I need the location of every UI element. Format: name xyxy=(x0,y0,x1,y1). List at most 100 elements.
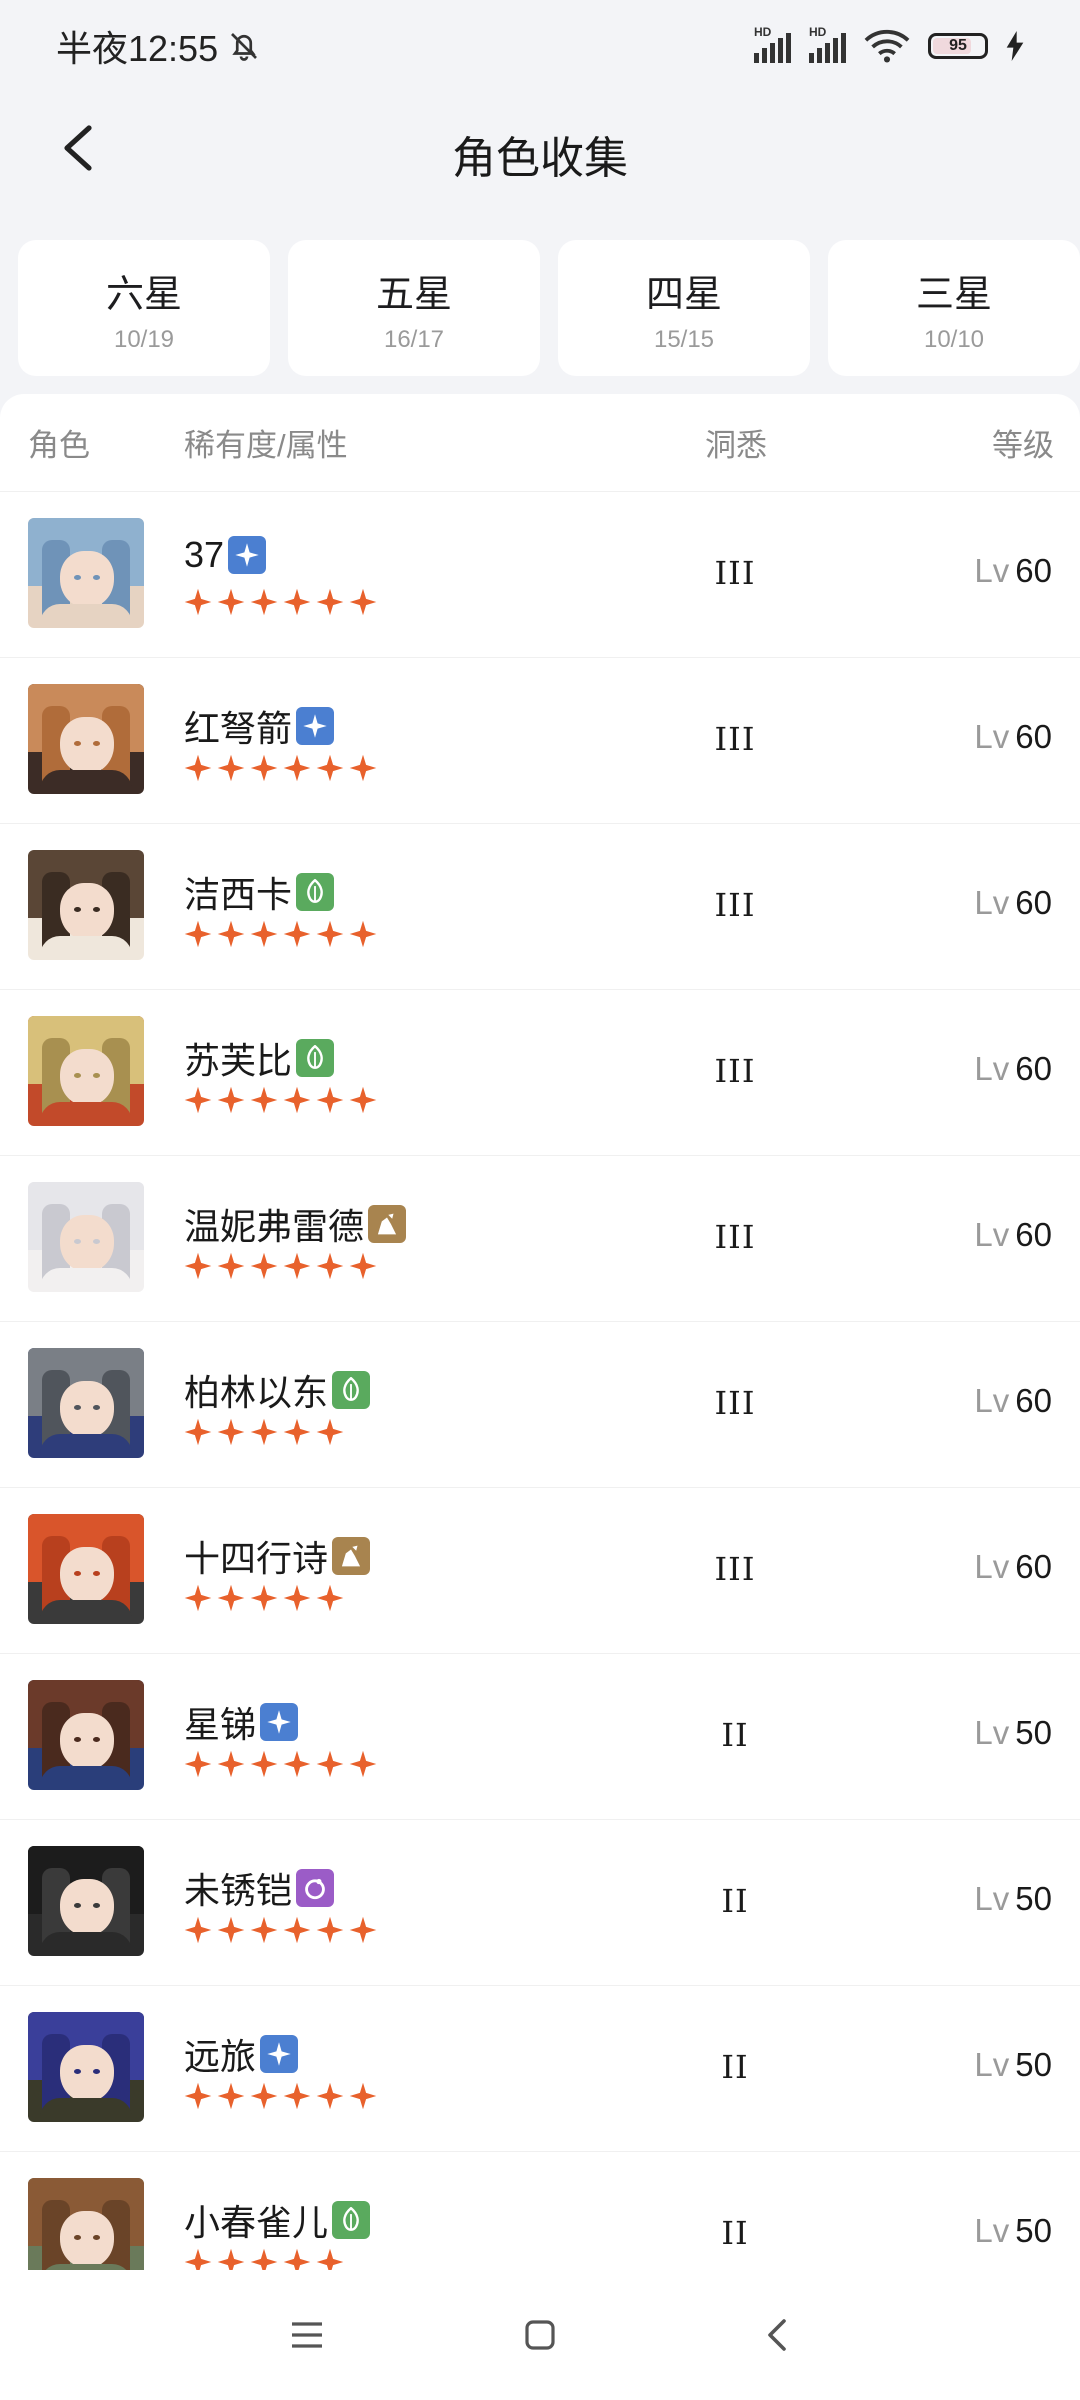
plant-attribute-icon xyxy=(332,2201,371,2239)
table-row[interactable]: 37 III Lv 60 xyxy=(0,492,1080,658)
insight-level: II xyxy=(721,2048,749,2086)
star-icon xyxy=(283,588,311,616)
character-level: Lv 60 xyxy=(974,1050,1052,1088)
character-level: Lv 50 xyxy=(974,1880,1052,1918)
tab-count: 10/19 xyxy=(113,325,175,353)
star-icon xyxy=(184,588,212,616)
star-icon xyxy=(217,754,245,782)
star-icon xyxy=(184,1418,212,1446)
star-icon xyxy=(250,1252,278,1280)
header-level[interactable]: 等级 xyxy=(992,420,1054,465)
insight-level: III xyxy=(714,554,756,592)
tab-count: 16/17 xyxy=(383,325,445,353)
character-avatar xyxy=(28,518,144,628)
header-character[interactable]: 角色 xyxy=(28,420,90,465)
rarity-stars xyxy=(184,1750,377,1778)
table-row[interactable]: 柏林以东 III Lv 60 xyxy=(0,1322,1080,1488)
character-name: 十四行诗 xyxy=(184,1538,329,1579)
header-rarity[interactable]: 稀有度/属性 xyxy=(184,420,348,465)
level-prefix: Lv xyxy=(974,2212,1010,2249)
page-title: 角色收集 xyxy=(452,134,628,183)
star-icon xyxy=(316,920,344,948)
tab-four-star[interactable]: 四星 15/15 xyxy=(558,240,810,376)
level-prefix: Lv xyxy=(974,1382,1010,1419)
battery-level: 95 xyxy=(949,37,967,54)
star-icon xyxy=(283,1916,311,1944)
level-value: 60 xyxy=(1015,1382,1052,1419)
status-time: 半夜12:55 xyxy=(56,28,219,69)
tab-five-star[interactable]: 五星 16/17 xyxy=(288,240,540,376)
star-icon xyxy=(217,1086,245,1114)
star-icon xyxy=(184,754,212,782)
character-avatar xyxy=(28,684,144,794)
nav-menu-button[interactable] xyxy=(282,2310,332,2360)
character-level: Lv 50 xyxy=(974,2046,1052,2084)
level-value: 60 xyxy=(1015,1216,1052,1253)
nav-back-button[interactable] xyxy=(752,2310,802,2360)
level-prefix: Lv xyxy=(974,884,1010,921)
table-row[interactable]: 未锈铠 II Lv 50 xyxy=(0,1820,1080,1986)
character-avatar xyxy=(28,2012,144,2122)
character-name: 远旅 xyxy=(184,2036,257,2077)
star-icon xyxy=(349,1916,377,1944)
insight-level: III xyxy=(714,1550,756,1588)
level-value: 50 xyxy=(1015,2212,1052,2249)
star-icon xyxy=(217,1584,245,1612)
star-icon xyxy=(316,1916,344,1944)
star-icon xyxy=(316,1418,344,1446)
plant-attribute-icon xyxy=(296,873,335,911)
star-icon xyxy=(349,1750,377,1778)
star-icon xyxy=(184,1750,212,1778)
level-value: 60 xyxy=(1015,552,1052,589)
tab-six-star[interactable]: 六星 10/19 xyxy=(18,240,270,376)
table-row[interactable]: 温妮弗雷德 III Lv 60 xyxy=(0,1156,1080,1322)
plant-attribute-icon xyxy=(296,1039,335,1077)
back-chevron-icon xyxy=(768,2319,786,2351)
star-icon xyxy=(316,1750,344,1778)
character-level: Lv 50 xyxy=(974,2212,1052,2250)
character-avatar xyxy=(28,850,144,960)
signal-icon-2: HD xyxy=(809,25,846,63)
table-row[interactable]: 洁西卡 III Lv 60 xyxy=(0,824,1080,990)
level-prefix: Lv xyxy=(974,1714,1010,1751)
star-icon xyxy=(217,1418,245,1446)
insight-level: II xyxy=(721,1882,749,1920)
table-row[interactable]: 红弩箭 III Lv 60 xyxy=(0,658,1080,824)
character-name: 温妮弗雷德 xyxy=(184,1206,365,1247)
status-bar: 半夜12:55 HD HD 95 xyxy=(0,0,1080,92)
level-prefix: Lv xyxy=(974,2046,1010,2083)
table-row[interactable]: 苏芙比 III Lv 60 xyxy=(0,990,1080,1156)
character-avatar xyxy=(28,1348,144,1458)
rarity-stars xyxy=(184,1584,344,1612)
star-attribute-icon xyxy=(296,707,335,745)
star-icon xyxy=(250,1750,278,1778)
insight-level: III xyxy=(714,886,756,924)
header-insight[interactable]: 洞悉 xyxy=(705,420,767,465)
table-row[interactable]: 十四行诗 III Lv 60 xyxy=(0,1488,1080,1654)
star-attribute-icon xyxy=(260,2035,299,2073)
tab-three-star[interactable]: 三星 10/10 xyxy=(828,240,1080,376)
level-value: 50 xyxy=(1015,1880,1052,1917)
tab-label: 四星 xyxy=(645,273,722,316)
signal-icon-1: HD xyxy=(754,25,791,63)
star-icon xyxy=(316,754,344,782)
table-row[interactable]: 星锑 II Lv 50 xyxy=(0,1654,1080,1820)
level-prefix: Lv xyxy=(974,552,1010,589)
character-level: Lv 60 xyxy=(974,1216,1052,1254)
level-value: 60 xyxy=(1015,718,1052,755)
level-value: 60 xyxy=(1015,884,1052,921)
star-icon xyxy=(283,920,311,948)
character-rows: 37 III Lv 60 红弩箭 III Lv 60 洁西卡 III Lv 60 苏芙比 III Lv 60 温… xyxy=(0,492,1080,2294)
star-icon xyxy=(184,1086,212,1114)
tab-count: 15/15 xyxy=(653,325,715,353)
top-nav: 角色收集 xyxy=(0,92,1080,210)
nav-home-button[interactable] xyxy=(515,2310,565,2360)
star-icon xyxy=(250,754,278,782)
star-icon xyxy=(217,1750,245,1778)
star-icon xyxy=(349,2082,377,2110)
level-value: 60 xyxy=(1015,1548,1052,1585)
table-row[interactable]: 远旅 II Lv 50 xyxy=(0,1986,1080,2152)
star-icon xyxy=(349,1252,377,1280)
star-icon xyxy=(250,588,278,616)
star-icon xyxy=(283,1252,311,1280)
